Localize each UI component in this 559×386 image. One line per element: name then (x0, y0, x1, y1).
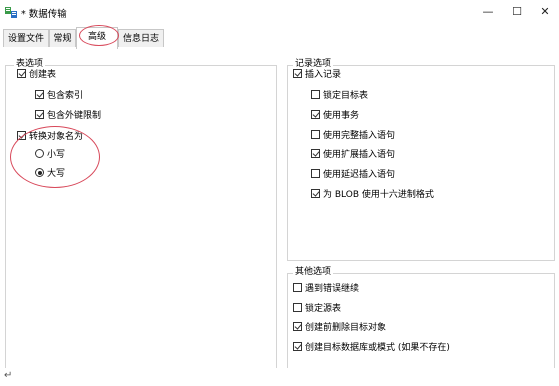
drop-before-create-option[interactable]: 创建前删除目标对象 (293, 321, 386, 335)
complete-insert-option[interactable]: 使用完整插入语句 (311, 129, 395, 143)
create-db-label: 创建目标数据库或模式 (如果不存在) (305, 343, 450, 353)
blob-hex-checkbox[interactable] (311, 189, 320, 198)
drop-before-create-checkbox[interactable] (293, 322, 302, 331)
insert-records-checkbox[interactable] (293, 69, 302, 78)
close-icon[interactable]: ✕ (531, 3, 559, 21)
minimize-icon[interactable]: — (474, 3, 502, 21)
continue-on-error-checkbox[interactable] (293, 283, 302, 292)
use-transaction-checkbox[interactable] (311, 110, 320, 119)
highlight-convert-name (10, 126, 100, 188)
paragraph-mark-icon: ↵ (4, 370, 13, 381)
document-footer: ↵ (0, 368, 559, 386)
lock-source-option[interactable]: 锁定源表 (293, 302, 341, 316)
delayed-insert-option[interactable]: 使用延迟插入语句 (311, 168, 395, 182)
lock-source-checkbox[interactable] (293, 303, 302, 312)
continue-on-error-label: 遇到错误继续 (305, 284, 360, 294)
blob-hex-label: 为 BLOB 使用十六进制格式 (323, 190, 434, 200)
data-transfer-window: * 数据传输 — ☐ ✕ 设置文件 常规 高级 信息日志 表选项 创建表 包含索… (0, 0, 559, 386)
extended-insert-label: 使用扩展插入语句 (323, 150, 396, 160)
complete-insert-checkbox[interactable] (311, 130, 320, 139)
other-options-title: 其他选项 (293, 267, 334, 277)
advanced-panel: 表选项 创建表 包含索引 包含外键限制 转换对象名为 小写 大写 记录选项 插入… (0, 48, 559, 368)
create-table-checkbox[interactable] (17, 69, 26, 78)
create-table-option[interactable]: 创建表 (17, 68, 56, 82)
complete-insert-label: 使用完整插入语句 (323, 131, 396, 141)
maximize-icon[interactable]: ☐ (503, 3, 531, 21)
use-transaction-option[interactable]: 使用事务 (311, 109, 359, 123)
tab-settings-file[interactable]: 设置文件 (3, 29, 49, 47)
include-index-checkbox[interactable] (35, 90, 44, 99)
insert-records-option[interactable]: 插入记录 (293, 68, 341, 82)
tab-message-log[interactable]: 信息日志 (118, 29, 164, 47)
lock-target-option[interactable]: 锁定目标表 (311, 89, 368, 103)
include-index-option[interactable]: 包含索引 (35, 89, 83, 103)
include-fk-checkbox[interactable] (35, 110, 44, 119)
use-transaction-label: 使用事务 (323, 111, 360, 121)
include-index-label: 包含索引 (47, 91, 84, 101)
extended-insert-option[interactable]: 使用扩展插入语句 (311, 148, 395, 162)
title-bar: * 数据传输 — ☐ ✕ (0, 0, 559, 26)
window-title: * 数据传输 (21, 9, 67, 20)
create-table-label: 创建表 (29, 70, 57, 80)
continue-on-error-option[interactable]: 遇到错误继续 (293, 282, 359, 296)
lock-target-checkbox[interactable] (311, 90, 320, 99)
data-transfer-icon (5, 7, 17, 18)
include-fk-option[interactable]: 包含外键限制 (35, 109, 101, 123)
extended-insert-checkbox[interactable] (311, 149, 320, 158)
highlight-advanced-tab (79, 25, 119, 46)
delayed-insert-checkbox[interactable] (311, 169, 320, 178)
blob-hex-option[interactable]: 为 BLOB 使用十六进制格式 (311, 188, 434, 202)
create-db-option[interactable]: 创建目标数据库或模式 (如果不存在) (293, 341, 450, 355)
lock-target-label: 锁定目标表 (323, 91, 369, 101)
create-db-checkbox[interactable] (293, 342, 302, 351)
delayed-insert-label: 使用延迟插入语句 (323, 170, 396, 180)
insert-records-label: 插入记录 (305, 70, 342, 80)
tab-general[interactable]: 常规 (49, 29, 76, 47)
include-fk-label: 包含外键限制 (47, 111, 102, 121)
lock-source-label: 锁定源表 (305, 304, 342, 314)
drop-before-create-label: 创建前删除目标对象 (305, 323, 387, 333)
